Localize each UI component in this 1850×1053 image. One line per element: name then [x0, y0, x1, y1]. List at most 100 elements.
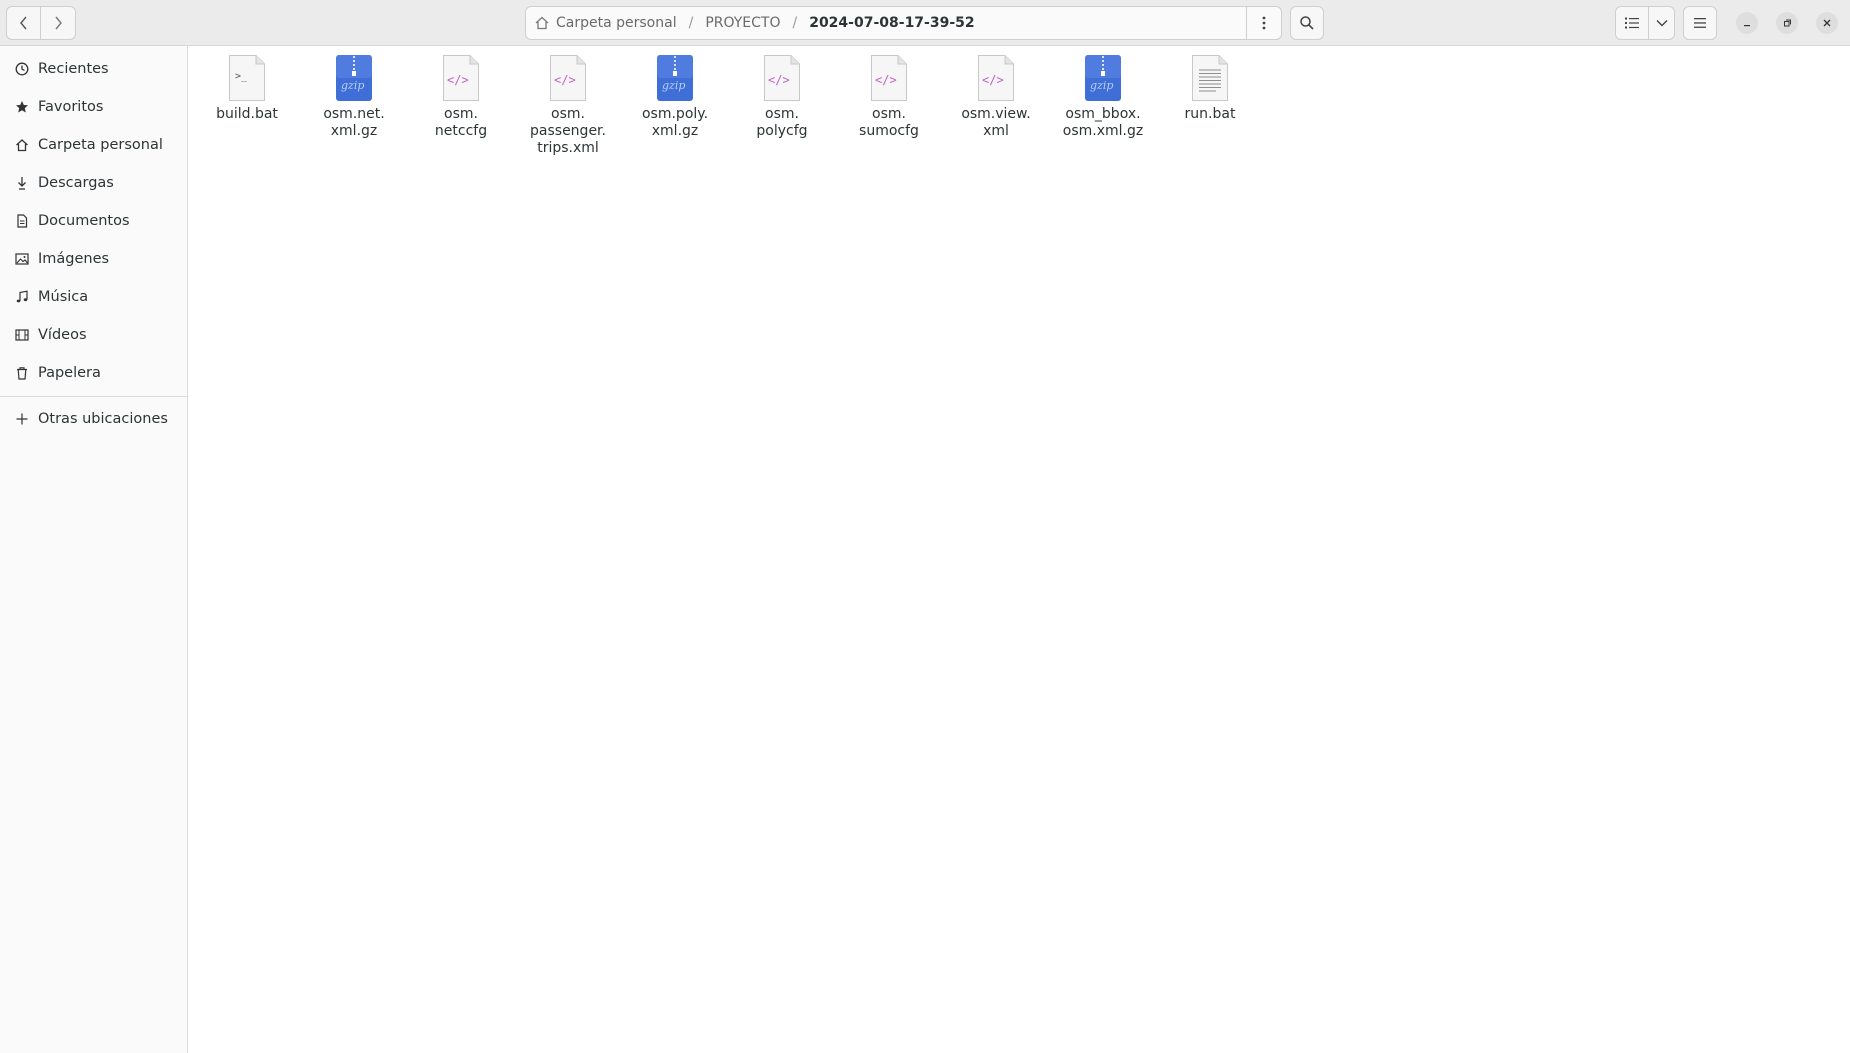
home-icon — [14, 137, 30, 153]
view-options-button[interactable] — [1648, 6, 1675, 40]
vertical-dots-icon — [1262, 16, 1266, 30]
file-item[interactable]: gzip osm_bbox. osm.xml.gz — [1051, 54, 1155, 140]
file-item[interactable]: </> osm.view. xml — [944, 54, 1048, 140]
file-name: build.bat — [216, 106, 278, 122]
sidebar-item-label: Carpeta personal — [38, 137, 163, 153]
file-name: osm.poly. xml.gz — [641, 106, 709, 139]
document-icon — [14, 213, 30, 229]
xml-file-icon: </> — [762, 54, 802, 102]
sidebar-item-carpeta-personal[interactable]: Carpeta personal — [0, 128, 187, 162]
xml-file-icon: </> — [441, 54, 481, 102]
xml-file-icon: </> — [548, 54, 588, 102]
file-item[interactable]: </> osm. sumocfg — [837, 54, 941, 140]
file-item[interactable]: </> osm. netccfg — [409, 54, 513, 140]
file-name: osm.view. xml — [961, 106, 1031, 139]
clock-icon — [14, 61, 30, 77]
sidebar: Recientes Favoritos Carpeta personal Des… — [0, 46, 188, 1053]
sidebar-item-label: Favoritos — [38, 99, 104, 115]
minimize-button[interactable] — [1736, 12, 1758, 34]
breadcrumb-home[interactable]: Carpeta personal — [556, 15, 677, 31]
hamburger-icon — [1694, 18, 1706, 28]
sidebar-item-otras-ubicaciones[interactable]: Otras ubicaciones — [0, 402, 187, 436]
file-name: osm.net. xml.gz — [323, 106, 385, 139]
video-icon — [14, 327, 30, 343]
maximize-button[interactable] — [1776, 12, 1798, 34]
music-icon — [14, 289, 30, 305]
path-menu-button[interactable] — [1246, 7, 1281, 39]
star-icon — [14, 99, 30, 115]
svg-text:gzip: gzip — [341, 79, 364, 92]
xml-file-icon: </> — [976, 54, 1016, 102]
text-file-icon — [1190, 54, 1230, 102]
chevron-left-icon — [19, 16, 27, 30]
svg-text:>_: >_ — [235, 71, 248, 82]
sidebar-item-label: Otras ubicaciones — [38, 411, 168, 427]
list-view-icon — [1625, 17, 1639, 29]
breadcrumb-current[interactable]: 2024-07-08-17-39-52 — [809, 15, 974, 31]
sidebar-item-descargas[interactable]: Descargas — [0, 166, 187, 200]
breadcrumb-proyecto[interactable]: PROYECTO — [705, 15, 780, 31]
sidebar-item-label: Descargas — [38, 175, 114, 191]
svg-text:</>: </> — [768, 73, 790, 87]
close-button[interactable] — [1816, 12, 1838, 34]
svg-text:gzip: gzip — [1090, 79, 1113, 92]
file-item[interactable]: gzip osm.poly. xml.gz — [623, 54, 727, 140]
file-name: osm. sumocfg — [859, 106, 919, 139]
sidebar-item-documentos[interactable]: Documentos — [0, 204, 187, 238]
file-item[interactable]: >_ build.bat — [195, 54, 299, 123]
sidebar-item-label: Imágenes — [38, 251, 110, 267]
path-bar: Carpeta personal / PROYECTO / 2024-07-08… — [525, 6, 1282, 40]
sidebar-divider — [0, 396, 187, 397]
file-item[interactable]: </> osm. polycfg — [730, 54, 834, 140]
restore-icon — [1784, 19, 1791, 27]
file-item[interactable]: gzip osm.net. xml.gz — [302, 54, 406, 140]
close-icon — [1823, 19, 1831, 27]
script-file-icon: >_ — [227, 54, 267, 102]
file-name: osm. netccfg — [434, 106, 488, 139]
gzip-archive-icon: gzip — [1083, 54, 1123, 102]
search-button[interactable] — [1290, 6, 1324, 40]
chevron-down-icon — [1656, 20, 1667, 27]
sidebar-item-label: Documentos — [38, 213, 130, 229]
main-menu-button[interactable] — [1683, 6, 1717, 40]
sidebar-item-label: Recientes — [38, 61, 109, 77]
forward-button[interactable] — [41, 6, 76, 40]
header-bar: Carpeta personal / PROYECTO / 2024-07-08… — [0, 0, 1850, 46]
download-icon — [14, 175, 30, 191]
sidebar-item-videos[interactable]: Vídeos — [0, 318, 187, 352]
breadcrumb: Carpeta personal / PROYECTO / 2024-07-08… — [526, 15, 1246, 31]
navigation-buttons — [6, 6, 77, 40]
file-name: osm. polycfg — [756, 106, 808, 139]
breadcrumb-separator: / — [688, 15, 694, 31]
xml-file-icon: </> — [869, 54, 909, 102]
sidebar-item-favoritos[interactable]: Favoritos — [0, 90, 187, 124]
file-view[interactable]: >_ build.bat gzip osm.net. xml.gz </> os… — [189, 46, 1850, 1053]
trash-icon — [14, 365, 30, 381]
svg-text:gzip: gzip — [662, 79, 685, 92]
back-button[interactable] — [6, 6, 41, 40]
gzip-archive-icon: gzip — [334, 54, 374, 102]
home-icon — [535, 16, 549, 30]
chevron-right-icon — [55, 16, 62, 30]
sidebar-item-label: Vídeos — [38, 327, 87, 343]
svg-text:</>: </> — [554, 73, 576, 87]
search-icon — [1300, 16, 1314, 30]
image-icon — [14, 251, 30, 267]
sidebar-item-musica[interactable]: Música — [0, 280, 187, 314]
sidebar-item-label: Música — [38, 289, 89, 305]
view-list-button[interactable] — [1615, 6, 1649, 40]
file-item[interactable]: run.bat — [1158, 54, 1262, 123]
plus-icon — [14, 411, 30, 427]
sidebar-item-recientes[interactable]: Recientes — [0, 52, 187, 86]
breadcrumb-separator: / — [792, 15, 798, 31]
file-name: run.bat — [1184, 106, 1236, 122]
minimize-icon — [1744, 25, 1750, 27]
svg-text:</>: </> — [982, 73, 1004, 87]
file-item[interactable]: </> osm. passenger. trips.xml — [516, 54, 620, 157]
sidebar-item-papelera[interactable]: Papelera — [0, 356, 187, 390]
sidebar-item-label: Papelera — [38, 365, 101, 381]
sidebar-item-imagenes[interactable]: Imágenes — [0, 242, 187, 276]
gzip-archive-icon: gzip — [655, 54, 695, 102]
svg-text:</>: </> — [875, 73, 897, 87]
file-name: osm_bbox. osm.xml.gz — [1062, 106, 1144, 139]
